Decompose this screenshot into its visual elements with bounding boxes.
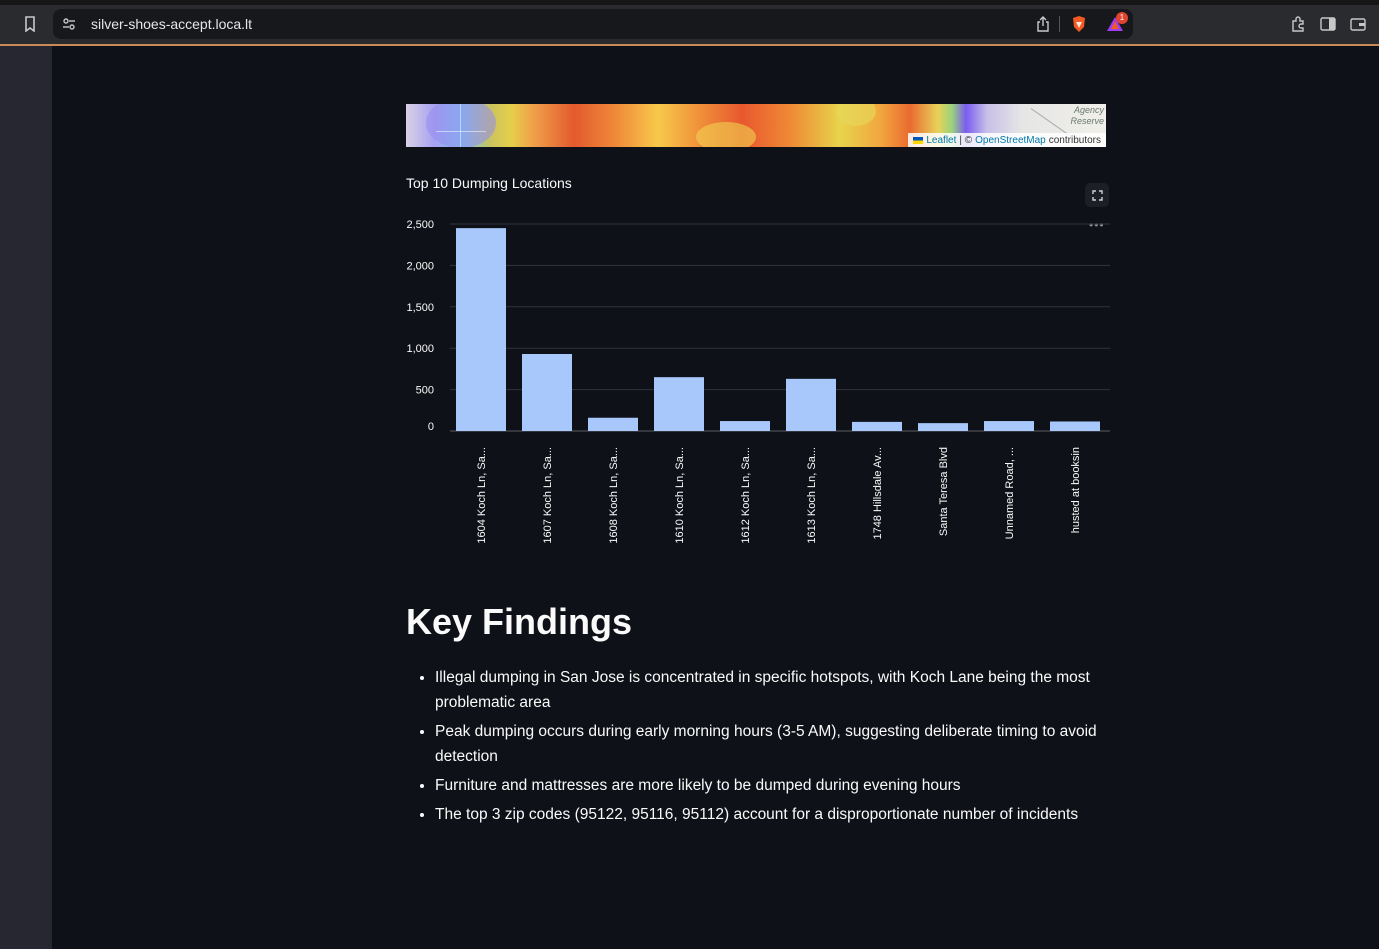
bar[interactable] bbox=[852, 421, 902, 431]
toolbar-divider bbox=[1059, 16, 1060, 32]
bar[interactable] bbox=[456, 228, 506, 431]
key-findings-list: Illegal dumping in San Jose is concentra… bbox=[406, 665, 1135, 831]
attribution-separator: | © bbox=[959, 134, 973, 146]
bar[interactable] bbox=[654, 377, 704, 431]
bar[interactable] bbox=[984, 421, 1034, 431]
chart-title: Top 10 Dumping Locations bbox=[406, 175, 572, 191]
bar[interactable] bbox=[1050, 421, 1100, 431]
map-attribution: Leaflet | © OpenStreetMap contributors bbox=[908, 133, 1106, 147]
map-heat-blob bbox=[426, 104, 496, 147]
bar[interactable] bbox=[720, 421, 770, 431]
map-heat-blob bbox=[836, 104, 876, 126]
x-tick-label: 1604 Koch Ln, Sa... bbox=[476, 447, 488, 544]
x-tick-label: 1613 Koch Ln, Sa... bbox=[806, 447, 818, 544]
y-tick-label: 1,000 bbox=[406, 343, 434, 355]
fullscreen-button[interactable] bbox=[1085, 183, 1109, 207]
expand-icon bbox=[1091, 189, 1103, 201]
finding-item: Illegal dumping in San Jose is concentra… bbox=[435, 665, 1135, 715]
url-text[interactable]: silver-shoes-accept.loca.lt bbox=[91, 16, 252, 32]
rewards-badge: 1 bbox=[1116, 12, 1128, 24]
y-tick-label: 0 bbox=[428, 421, 434, 433]
site-settings-icon[interactable] bbox=[59, 9, 79, 39]
extensions-icon[interactable] bbox=[1288, 5, 1308, 42]
bar[interactable] bbox=[918, 423, 968, 431]
finding-item: Furniture and mattresses are more likely… bbox=[435, 773, 1135, 798]
bookmark-icon[interactable] bbox=[20, 5, 40, 42]
y-tick-label: 2,500 bbox=[406, 219, 434, 231]
brave-rewards-icon[interactable]: 1 bbox=[1101, 9, 1129, 39]
map-place-label: Agency Reserve bbox=[1070, 105, 1104, 126]
map-road bbox=[460, 104, 461, 147]
x-tick-label: 1608 Koch Ln, Sa... bbox=[608, 447, 620, 544]
x-tick-label: husted at booksin bbox=[1070, 447, 1082, 533]
x-tick-label: Santa Teresa Blvd bbox=[938, 447, 950, 536]
attribution-suffix: contributors bbox=[1048, 134, 1101, 146]
y-tick-label: 500 bbox=[416, 385, 434, 397]
map-heat-blob bbox=[696, 122, 756, 147]
y-tick-label: 2,000 bbox=[406, 260, 434, 272]
app-sidebar-collapsed bbox=[0, 46, 52, 949]
browser-toolbar: silver-shoes-accept.loca.lt 1 bbox=[0, 5, 1379, 46]
bar[interactable] bbox=[786, 378, 836, 431]
x-tick-label: Unnamed Road, ... bbox=[1004, 447, 1016, 539]
address-bar[interactable]: silver-shoes-accept.loca.lt 1 bbox=[53, 9, 1133, 39]
bar-chart: 0 500 1,000 1,500 2,000 2,500 1604 Koch Ln, Sa… bbox=[406, 219, 1110, 544]
osm-link[interactable]: OpenStreetMap bbox=[975, 135, 1046, 146]
y-tick-label: 1,500 bbox=[406, 302, 434, 314]
x-tick-label: 1607 Koch Ln, Sa... bbox=[542, 447, 554, 544]
ukraine-flag-icon bbox=[913, 136, 924, 144]
brave-shield-icon[interactable] bbox=[1069, 9, 1089, 39]
leaflet-link[interactable]: Leaflet bbox=[926, 135, 956, 146]
bar[interactable] bbox=[522, 353, 572, 431]
sidebar-icon[interactable] bbox=[1318, 5, 1338, 42]
finding-item: Peak dumping occurs during early morning… bbox=[435, 719, 1135, 769]
bar[interactable] bbox=[588, 417, 638, 431]
wallet-icon[interactable] bbox=[1348, 5, 1368, 42]
share-icon[interactable] bbox=[1033, 9, 1053, 39]
key-findings-heading: Key Findings bbox=[406, 601, 633, 642]
map-road bbox=[436, 131, 486, 132]
finding-item: The top 3 zip codes (95122, 95116, 95112… bbox=[435, 802, 1135, 827]
x-tick-label: 1748 Hillsdale Av... bbox=[872, 447, 884, 540]
heatmap-map[interactable]: Agency Reserve Leaflet | © OpenStreetMap… bbox=[406, 104, 1106, 147]
x-tick-label: 1612 Koch Ln, Sa... bbox=[740, 447, 752, 544]
x-tick-label: 1610 Koch Ln, Sa... bbox=[674, 447, 686, 544]
